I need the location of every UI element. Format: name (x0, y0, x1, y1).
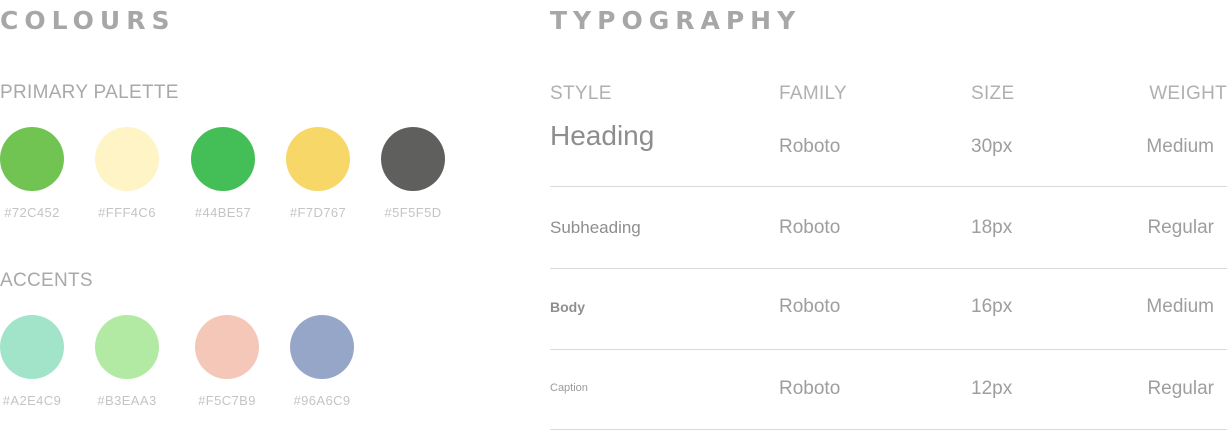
typography-table: STYLE FAMILY SIZE WEIGHT Heading Roboto … (550, 80, 1227, 430)
table-row: Heading Roboto 30px Medium (550, 106, 1227, 187)
font-family-value: Roboto (779, 296, 841, 317)
font-weight-value: Medium (1146, 296, 1214, 317)
font-weight-value: Regular (1147, 378, 1214, 399)
font-family-value: Roboto (779, 217, 841, 238)
style-name: Body (550, 299, 585, 315)
column-header-style: STYLE (550, 83, 612, 104)
swatch-hex-code: #72C452 (4, 205, 60, 220)
swatch-circle (195, 315, 259, 379)
primary-palette: #72C452 #FFF4C6 #44BE57 #F7D767 #5F5F5D (0, 127, 470, 227)
swatch-circle (290, 315, 354, 379)
swatch-circle (95, 315, 159, 379)
color-swatch: #5F5F5D (381, 127, 445, 227)
swatch-hex-code: #F5C7B9 (198, 393, 256, 408)
font-size-value: 16px (971, 296, 1013, 317)
color-swatch: #FFF4C6 (95, 127, 159, 227)
swatch-circle (0, 315, 64, 379)
table-row: Body Roboto 16px Medium (550, 269, 1227, 350)
column-header-weight: WEIGHT (1149, 83, 1227, 104)
font-weight-value: Medium (1146, 136, 1214, 157)
column-header-family: FAMILY (779, 83, 847, 104)
color-swatch: #B3EAA3 (95, 315, 159, 415)
font-family-value: Roboto (779, 136, 841, 157)
color-swatch: #F5C7B9 (195, 315, 259, 415)
color-swatch: #A2E4C9 (0, 315, 64, 415)
font-size-value: 12px (971, 378, 1013, 399)
column-header-size: SIZE (971, 83, 1015, 104)
font-size-value: 30px (971, 136, 1013, 157)
swatch-circle (381, 127, 445, 191)
color-swatch: #44BE57 (191, 127, 255, 227)
font-weight-value: Regular (1147, 217, 1214, 238)
style-name: Subheading (550, 218, 641, 237)
swatch-circle (0, 127, 64, 191)
style-name: Caption (550, 382, 588, 394)
table-row: Caption Roboto 12px Regular (550, 350, 1227, 430)
swatch-circle (95, 127, 159, 191)
typography-title: TYPOGRAPHY (550, 6, 802, 35)
font-size-value: 18px (971, 217, 1013, 238)
swatch-hex-code: #44BE57 (194, 205, 252, 220)
swatch-hex-code: #A2E4C9 (2, 393, 62, 408)
style-name: Heading (550, 120, 655, 151)
table-row: Subheading Roboto 18px Regular (550, 187, 1227, 269)
swatch-hex-code: #FFF4C6 (98, 205, 156, 220)
color-swatch: #96A6C9 (290, 315, 354, 415)
swatch-hex-code: #96A6C9 (293, 393, 351, 408)
swatch-hex-code: #5F5F5D (384, 205, 442, 220)
primary-palette-label: PRIMARY PALETTE (0, 82, 179, 103)
color-swatch: #72C452 (0, 127, 64, 227)
swatch-circle (286, 127, 350, 191)
colours-title: COLOURS (0, 6, 176, 35)
accents-palette: #A2E4C9 #B3EAA3 #F5C7B9 #96A6C9 (0, 315, 470, 415)
swatch-circle (191, 127, 255, 191)
swatch-hex-code: #B3EAA3 (97, 393, 157, 408)
accents-label: ACCENTS (0, 270, 93, 291)
font-family-value: Roboto (779, 378, 841, 399)
color-swatch: #F7D767 (286, 127, 350, 227)
swatch-hex-code: #F7D767 (289, 205, 347, 220)
